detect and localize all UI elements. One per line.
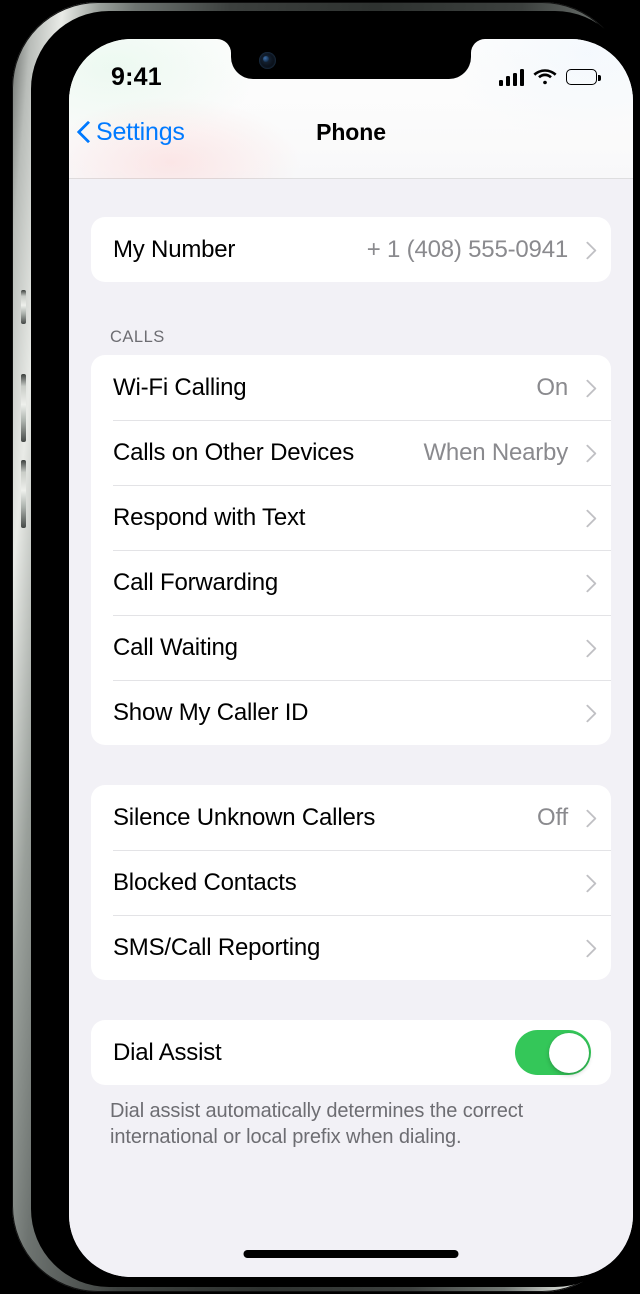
- row-label: Show My Caller ID: [113, 698, 309, 726]
- home-indicator[interactable]: [243, 1250, 459, 1258]
- chevron-right-icon: [581, 509, 591, 527]
- nav-row: Phone Settings: [69, 101, 633, 163]
- group-calls: Wi-Fi Calling On Calls on Other Devices …: [91, 355, 611, 745]
- nav-divider: [69, 178, 633, 179]
- notch: [231, 39, 471, 79]
- row-blocked-contacts[interactable]: Blocked Contacts: [91, 850, 611, 915]
- front-camera-icon: [259, 52, 276, 69]
- dial-assist-toggle[interactable]: [515, 1030, 591, 1075]
- row-show-my-caller-id[interactable]: Show My Caller ID: [91, 680, 611, 745]
- dial-assist-footnote: Dial assist automatically determines the…: [110, 1100, 524, 1149]
- row-value: Off: [537, 803, 568, 831]
- ring-silent-switch[interactable]: [21, 290, 26, 324]
- row-call-forwarding[interactable]: Call Forwarding: [91, 550, 611, 615]
- status-icons: [498, 68, 601, 86]
- chevron-right-icon: [581, 704, 591, 722]
- row-label: Wi-Fi Calling: [113, 373, 247, 401]
- group-gap: [91, 745, 611, 785]
- row-label: My Number: [113, 235, 236, 263]
- row-label: Call Waiting: [113, 633, 238, 661]
- toggle-knob: [548, 1032, 589, 1073]
- chevron-right-icon: [581, 809, 591, 827]
- row-value: On: [536, 373, 568, 401]
- top-spacer: [91, 179, 611, 217]
- row-label: Blocked Contacts: [113, 868, 297, 896]
- row-dial-assist[interactable]: Dial Assist: [91, 1020, 611, 1085]
- group-gap: [91, 980, 611, 1020]
- device-bezel: Phone Settings 9:41 My Number + 1 (408) …: [31, 11, 633, 1287]
- row-label: Silence Unknown Callers: [113, 803, 376, 831]
- volume-down-button[interactable]: [21, 460, 26, 528]
- row-silence-unknown-callers[interactable]: Silence Unknown Callers Off: [91, 785, 611, 850]
- row-my-number[interactable]: My Number + 1 (408) 555-0941: [91, 217, 611, 282]
- group-dial-assist: Dial Assist: [91, 1020, 611, 1085]
- row-label: Call Forwarding: [113, 568, 279, 596]
- chevron-right-icon: [581, 639, 591, 657]
- chevron-right-icon: [581, 241, 591, 259]
- row-label: SMS/Call Reporting: [113, 933, 321, 961]
- row-label: Respond with Text: [113, 503, 306, 531]
- row-label: Calls on Other Devices: [113, 438, 355, 466]
- chevron-right-icon: [581, 379, 591, 397]
- group-silence-blocked: Silence Unknown Callers Off Blocked Cont…: [91, 785, 611, 980]
- row-sms-call-reporting[interactable]: SMS/Call Reporting: [91, 915, 611, 980]
- settings-list[interactable]: My Number + 1 (408) 555-0941 CALLS Wi-Fi…: [69, 179, 633, 1277]
- wifi-icon: [533, 68, 557, 86]
- device-stage: Phone Settings 9:41 My Number + 1 (408) …: [0, 0, 640, 1294]
- back-button-label: Settings: [96, 117, 185, 146]
- device-frame: Phone Settings 9:41 My Number + 1 (408) …: [12, 2, 633, 1292]
- battery-icon: [566, 69, 601, 85]
- chevron-right-icon: [581, 874, 591, 892]
- cellular-signal-icon: [498, 68, 524, 86]
- chevron-right-icon: [581, 939, 591, 957]
- status-time: 9:41: [111, 62, 162, 91]
- chevron-left-icon: [77, 120, 90, 144]
- row-call-waiting[interactable]: Call Waiting: [91, 615, 611, 680]
- row-value: + 1 (408) 555-0941: [366, 235, 568, 263]
- phone-screen: Phone Settings 9:41 My Number + 1 (408) …: [69, 39, 633, 1277]
- row-wifi-calling[interactable]: Wi-Fi Calling On: [91, 355, 611, 420]
- row-respond-with-text[interactable]: Respond with Text: [91, 485, 611, 550]
- row-calls-on-other-devices[interactable]: Calls on Other Devices When Nearby: [91, 420, 611, 485]
- section-header-calls: CALLS: [110, 328, 165, 346]
- group-my-number: My Number + 1 (408) 555-0941: [91, 217, 611, 282]
- section-header-calls-wrap: CALLS: [91, 282, 611, 355]
- chevron-right-icon: [581, 444, 591, 462]
- row-value: When Nearby: [423, 438, 568, 466]
- row-label: Dial Assist: [113, 1038, 222, 1066]
- chevron-right-icon: [581, 574, 591, 592]
- volume-up-button[interactable]: [21, 374, 26, 442]
- back-button[interactable]: Settings: [77, 118, 185, 147]
